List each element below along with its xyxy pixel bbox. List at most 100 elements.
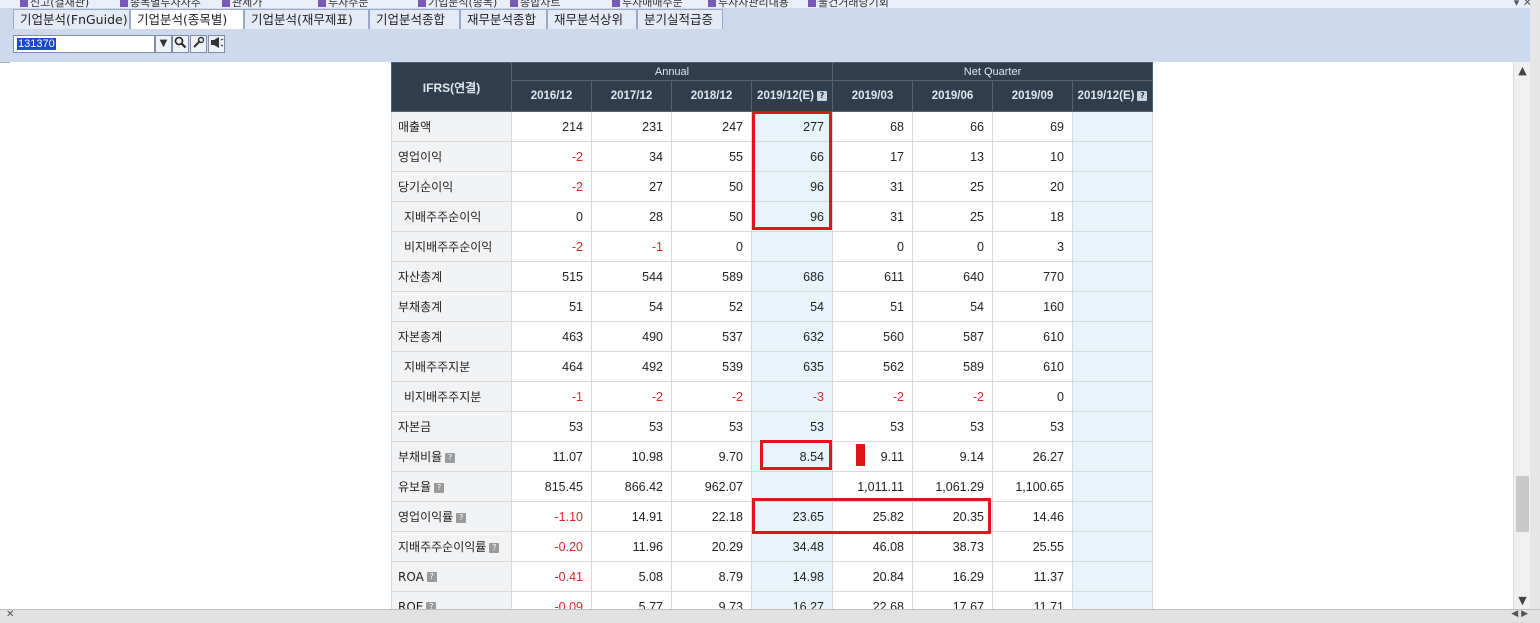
help-icon[interactable]: ? <box>1137 90 1148 101</box>
table-row: 부채총계 51 54 52 54 51 54 160 <box>391 291 1153 322</box>
table-cell: 490 <box>591 321 672 352</box>
table-cell: 463 <box>511 321 592 352</box>
table-cell: 38.73 <box>912 531 993 562</box>
table-cell: 53 <box>992 411 1073 442</box>
table-cell: 11.37 <box>992 561 1073 592</box>
window-tab[interactable]: 물건거래당기회 <box>808 0 889 8</box>
table-row: 비지배주주지분 -1 -2 -2 -3 -2 -2 0 <box>391 381 1153 412</box>
table-row: 영업이익률? -1.10 14.91 22.18 23.65 25.82 20.35 14.4… <box>391 501 1153 532</box>
wrench-icon[interactable] <box>190 35 207 53</box>
period-label: 2019/12(E) <box>757 90 814 102</box>
table-cell: 686 <box>751 261 833 292</box>
table-cell: 50 <box>671 171 752 202</box>
table-cell <box>1072 441 1153 472</box>
tab-bar: 기업분석(FnGuide) 기업분석(종목별) 기업분석(재무제표) 기업분석종합 재무… <box>0 8 1540 30</box>
table-cell: -2 <box>671 381 752 412</box>
highlight-marker <box>856 444 865 466</box>
table-cell: 539 <box>671 351 752 382</box>
table-cell: 1,061.29 <box>912 471 993 502</box>
table-cell: 515 <box>511 261 592 292</box>
table-row: 유보율? 815.45 866.42 962.07 1,011.11 1,061.29 1,… <box>391 471 1153 502</box>
scrollbar-thumb[interactable] <box>1516 476 1529 532</box>
row-label-text: ROA <box>398 569 424 584</box>
window-tab[interactable]: 신고(결재관) <box>20 0 89 8</box>
table-corner-label: IFRS(연결) <box>391 62 512 112</box>
scroll-down-icon[interactable]: ▼ <box>1514 592 1531 609</box>
financial-table: IFRS(연결) Annual Net Quarter 2016/12 2017/12 2… <box>391 62 1153 609</box>
table-cell: 25 <box>912 171 993 202</box>
tab-icon <box>808 0 816 7</box>
table-row: ROA? -0.41 5.08 8.79 14.98 20.84 16.29 11.37 <box>391 561 1153 592</box>
help-icon[interactable]: ? <box>816 90 827 101</box>
window-tab[interactable]: 종합차트 <box>510 0 560 8</box>
table-cell: 0 <box>511 201 592 232</box>
table-cell: 20.29 <box>671 531 752 562</box>
help-icon[interactable]: ? <box>434 482 445 493</box>
tab-5[interactable]: 재무분석종합 <box>460 9 547 29</box>
table-cell: -3 <box>751 381 833 412</box>
row-label: 영업이익률? <box>391 501 512 532</box>
table-row: 당기순이익 -2 27 50 96 31 25 20 <box>391 171 1153 202</box>
row-label-text: 유보율 <box>398 480 432 494</box>
row-label-text: 지배주주순이익률 <box>398 540 487 554</box>
table-cell <box>1072 561 1153 592</box>
tab-3[interactable]: 기업분석(재무제표) <box>244 9 369 29</box>
help-icon[interactable]: ? <box>456 512 467 523</box>
table-row: 지배주주순이익 0 28 50 96 31 25 18 <box>391 201 1153 232</box>
speaker-icon[interactable] <box>208 35 225 53</box>
table-cell: 25 <box>912 201 993 232</box>
quarter-group-header: Net Quarter <box>832 62 1153 81</box>
vertical-scrollbar[interactable]: ▲ ▼ <box>1513 62 1531 609</box>
period-header: 2019/09 <box>992 80 1073 112</box>
row-label-text: 비지배주주지분 <box>404 390 482 404</box>
table-cell <box>1072 231 1153 262</box>
table-cell: 18 <box>992 201 1073 232</box>
table-cell: 635 <box>751 351 833 382</box>
stock-code-input[interactable]: 131370 <box>13 35 155 53</box>
chevron-down-icon[interactable]: ▼ <box>155 35 172 53</box>
tab-4[interactable]: 기업분석종합 <box>369 9 460 29</box>
table-cell: 69 <box>992 111 1073 142</box>
table-cell: 770 <box>992 261 1073 292</box>
row-label-text: 자본총계 <box>398 330 443 344</box>
help-icon[interactable]: ? <box>426 602 437 609</box>
table-row: 비지배주주순이익 -2 -1 0 0 0 3 <box>391 231 1153 262</box>
table-cell: 9.73 <box>671 591 752 609</box>
table-cell <box>1072 141 1153 172</box>
table-cell: 537 <box>671 321 752 352</box>
window-tab[interactable]: 투자매매주문 <box>612 0 683 8</box>
tab-2[interactable]: 기업분석(종목별) <box>130 9 244 29</box>
window-tab[interactable]: 종목별투자자추 <box>120 0 201 8</box>
tab-1[interactable]: 기업분석(FnGuide) <box>13 9 130 29</box>
table-cell: 544 <box>591 261 672 292</box>
table-cell: 214 <box>511 111 592 142</box>
row-label: 지배주주지분 <box>391 351 512 382</box>
search-icon[interactable] <box>172 35 189 53</box>
period-label: 2019/03 <box>851 90 894 102</box>
table-cell <box>1072 531 1153 562</box>
table-row: 지배주주지분 464 492 539 635 562 589 610 <box>391 351 1153 382</box>
table-row: ROE? -0.09 5.77 9.73 16.27 22.68 17.67 11.71 <box>391 591 1153 609</box>
window-tab[interactable]: 관세가 <box>222 0 262 8</box>
row-label-text: 영업이익 <box>398 150 443 164</box>
scroll-up-icon[interactable]: ▲ <box>1514 62 1531 79</box>
help-icon[interactable]: ? <box>445 452 456 463</box>
help-icon[interactable]: ? <box>426 572 437 582</box>
tab-icon <box>510 0 518 7</box>
tab-6[interactable]: 재무분석상위 <box>547 9 637 29</box>
window-tab[interactable]: 투자주문 <box>318 0 368 8</box>
close-icon[interactable]: ✕ <box>6 609 14 620</box>
table-cell <box>1072 291 1153 322</box>
table-cell: 464 <box>511 351 592 382</box>
table-cell: 53 <box>912 411 993 442</box>
table-row: 부채비율? 11.07 10.98 9.70 8.54 9.11 9.14 26.27 <box>391 441 1153 472</box>
help-icon[interactable]: ? <box>489 542 500 553</box>
table-cell: -2 <box>511 141 592 172</box>
table-cell: 1,100.65 <box>992 471 1073 502</box>
tab-7[interactable]: 분기실적급증 <box>637 9 723 29</box>
table-cell: 13 <box>912 141 993 172</box>
table-cell: 0 <box>832 231 913 262</box>
window-tab[interactable]: 기업분석(종목) <box>418 0 497 8</box>
table-cell: 0 <box>671 231 752 262</box>
window-tab[interactable]: 투자자관리내용 <box>708 0 789 8</box>
